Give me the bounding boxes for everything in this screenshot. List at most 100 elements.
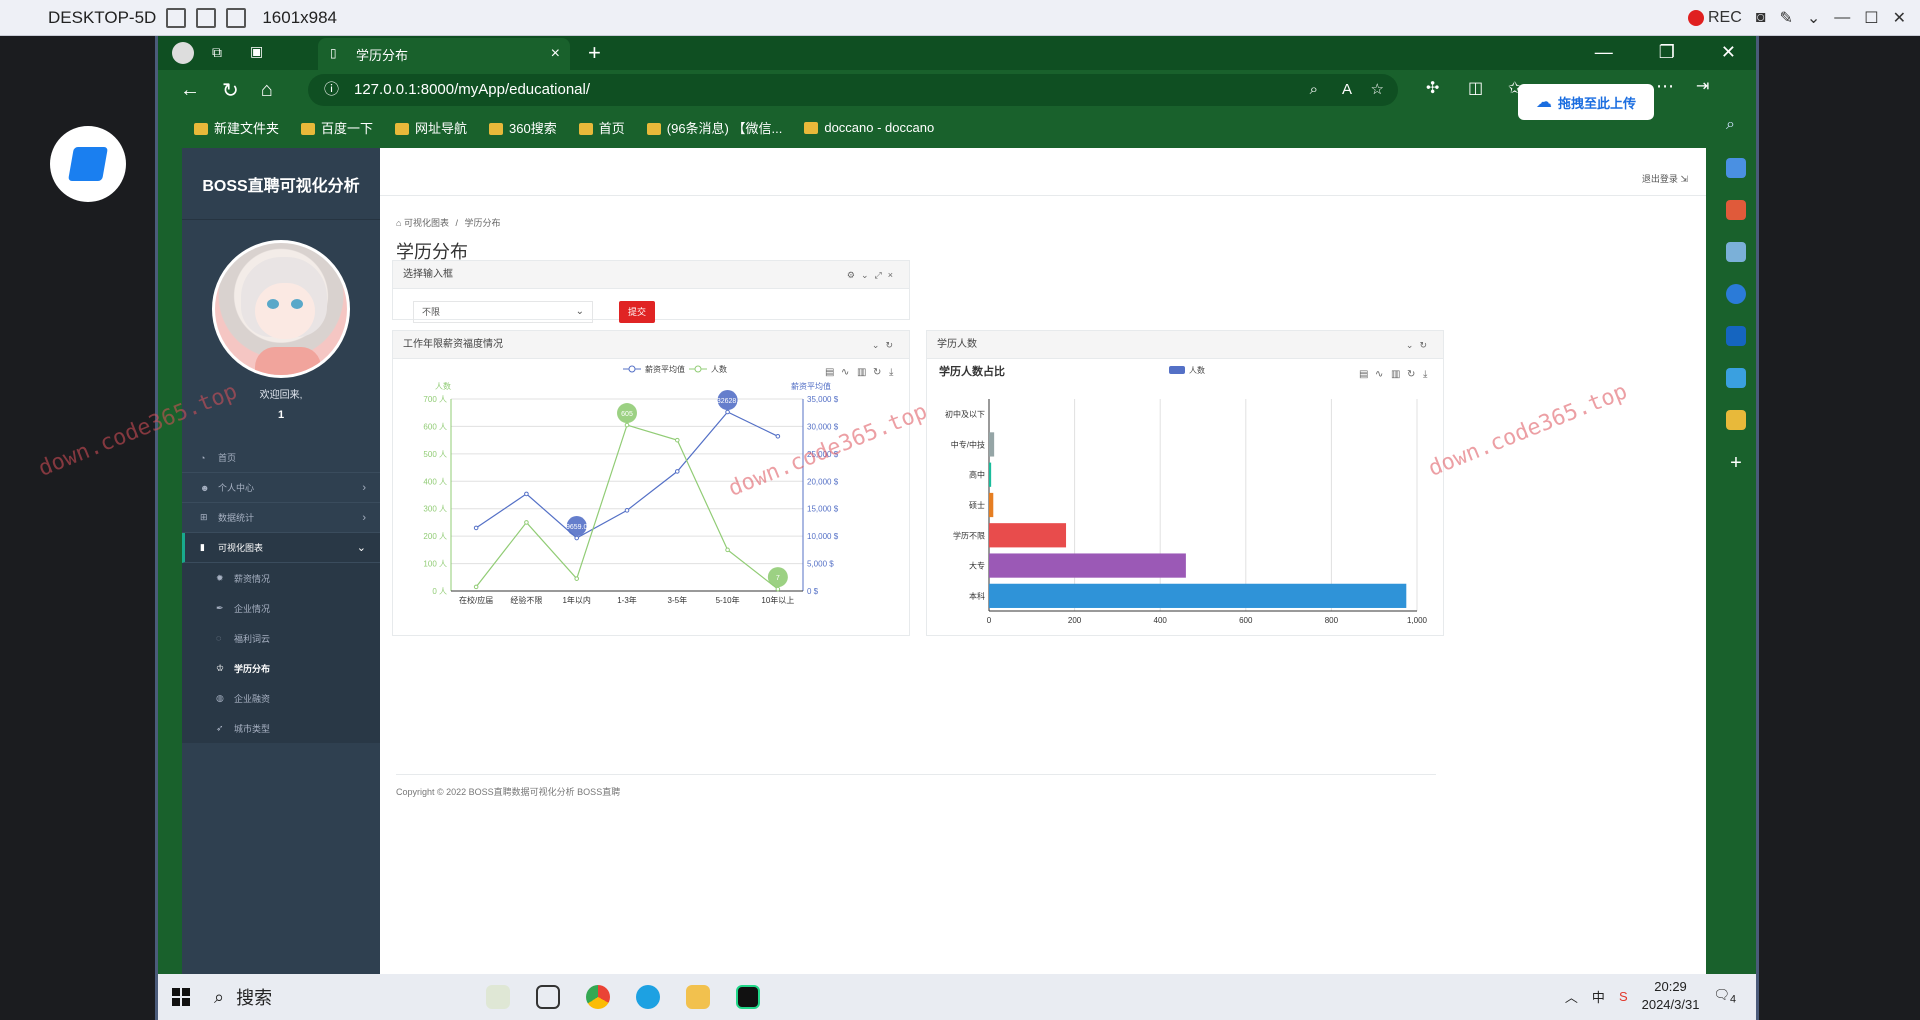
- sidebar-item[interactable]: ☻ 个人中心 ›: [182, 473, 380, 503]
- address-bar[interactable]: ⓘ 127.0.0.1:8000/myApp/educational/ ⌕ A …: [308, 74, 1398, 106]
- ime-icon[interactable]: 中: [1592, 987, 1605, 1006]
- bookmark-item[interactable]: 新建文件夹: [194, 118, 279, 137]
- minimize-icon[interactable]: —: [1834, 9, 1850, 27]
- edge-icon[interactable]: [636, 985, 660, 1009]
- new-tab-icon[interactable]: +: [588, 40, 601, 66]
- sidebar-subitem[interactable]: ➶ 城市类型: [182, 713, 380, 743]
- data-point: [524, 491, 529, 497]
- bookmark-item[interactable]: 首页: [578, 118, 625, 137]
- bookmark-item[interactable]: 网址导航: [395, 118, 467, 137]
- windows-start-icon[interactable]: [172, 988, 190, 1006]
- close-icon[interactable]: ✕: [1893, 8, 1906, 28]
- bookmark-label: (96条消息) 【微信...: [666, 120, 783, 136]
- browser-restore-icon[interactable]: ❐: [1659, 42, 1675, 63]
- bulb-icon: ◌: [216, 633, 222, 643]
- tray-expand-icon[interactable]: ︿: [1565, 987, 1578, 1006]
- back-icon[interactable]: ←: [180, 79, 200, 102]
- sidebar-subitem[interactable]: ◌ 福利词云: [182, 623, 380, 653]
- bookmark-item[interactable]: doccano - doccano: [804, 120, 934, 135]
- pen-icon[interactable]: ✎: [1779, 8, 1792, 28]
- favorite-icon[interactable]: ☆: [1371, 74, 1384, 106]
- refresh-icon[interactable]: ↻: [1419, 340, 1433, 350]
- sidebar-toggle-icon[interactable]: ⇥: [1696, 76, 1709, 96]
- sidebar-item[interactable]: ⊞ 数据统计 ›: [182, 503, 380, 533]
- menu-icon[interactable]: [166, 7, 187, 28]
- expand-icon[interactable]: ⤢: [875, 270, 888, 280]
- window-icon[interactable]: [196, 7, 217, 28]
- read-aloud-icon[interactable]: A: [1342, 74, 1352, 106]
- y-tick-label: 初中及以下: [945, 409, 985, 419]
- close-icon[interactable]: ×: [888, 270, 899, 280]
- sogou-icon[interactable]: S: [1619, 989, 1628, 1004]
- refresh-icon[interactable]: ↻: [885, 340, 899, 350]
- legend-label: 人数: [1189, 365, 1205, 375]
- taskbar-search[interactable]: ⌕ 搜索: [214, 979, 464, 1015]
- notification-icon[interactable]: 🗨4: [1713, 987, 1736, 1006]
- resolution-label: 1601x984: [262, 7, 338, 27]
- pycharm-icon[interactable]: [736, 985, 760, 1009]
- sidebar-item[interactable]: ◔ 首页: [182, 443, 380, 473]
- x-tick-label: 800: [1325, 616, 1339, 625]
- copilot-icon[interactable]: [1726, 284, 1746, 304]
- gear-icon[interactable]: ⚙: [847, 270, 861, 280]
- outlook-icon[interactable]: [1726, 326, 1746, 346]
- add-icon[interactable]: +: [1730, 452, 1742, 475]
- y-left-tick: 300 人: [423, 505, 447, 514]
- info-icon[interactable]: ⓘ: [324, 74, 339, 106]
- chart-tool-icon: ▥: [1391, 369, 1400, 380]
- filter-select[interactable]: 不限 ⌄: [413, 301, 593, 323]
- maximize-icon[interactable]: ☐: [1864, 8, 1878, 28]
- tab-actions-icon[interactable]: ▣: [250, 43, 263, 60]
- file-explorer-icon[interactable]: [686, 985, 710, 1009]
- sidebar-item[interactable]: ▮ 可视化图表 ⌄: [182, 533, 380, 563]
- people-icon[interactable]: [1726, 242, 1746, 262]
- record-indicator[interactable]: REC: [1687, 9, 1742, 27]
- remote-host-title: DESKTOP-5D: [48, 7, 157, 27]
- bar: [989, 523, 1067, 548]
- collapse-icon[interactable]: ⌄: [872, 340, 886, 350]
- more-icon[interactable]: ⋯: [1656, 76, 1674, 97]
- send-icon[interactable]: [1726, 368, 1746, 388]
- browser-close-icon[interactable]: ✕: [1721, 42, 1736, 63]
- chrome-icon[interactable]: [586, 985, 610, 1009]
- submit-button[interactable]: 提交: [619, 301, 655, 323]
- browser-tab-bar: ⧉ ▣ ▯ 学历分布 × + — ❐ ✕: [158, 36, 1756, 70]
- bookmark-item[interactable]: (96条消息) 【微信...: [646, 118, 783, 137]
- sidebar-subitem[interactable]: ✒ 企业情况: [182, 593, 380, 623]
- app-logo-icon[interactable]: [50, 126, 126, 202]
- sidebar-subitem[interactable]: ✹ 薪资情况: [182, 563, 380, 593]
- breadcrumb-home[interactable]: 可视化图表: [404, 218, 449, 228]
- clock[interactable]: 20:29 2024/3/31: [1642, 978, 1700, 1014]
- collapse-icon[interactable]: ⌄: [1406, 340, 1420, 350]
- task-view-icon[interactable]: [536, 985, 560, 1009]
- extensions-icon[interactable]: ✣: [1426, 78, 1439, 98]
- tag-icon[interactable]: [1726, 158, 1746, 178]
- collapse-icon[interactable]: ⌄: [861, 270, 875, 280]
- camera-icon[interactable]: ◙: [1756, 9, 1766, 27]
- toolbox-icon[interactable]: [1726, 200, 1746, 220]
- search-icon[interactable]: ⌕: [1726, 116, 1746, 136]
- refresh-icon[interactable]: ↻: [222, 78, 239, 103]
- browser-minimize-icon[interactable]: —: [1595, 42, 1613, 63]
- tab-close-icon[interactable]: ×: [551, 45, 560, 63]
- chart-tool-icon: ▤: [1359, 369, 1368, 380]
- home-icon[interactable]: ⌂: [261, 79, 273, 102]
- collections-icon[interactable]: ⧉: [212, 44, 222, 61]
- bookmark-label: 360搜索: [509, 120, 557, 136]
- profile-avatar-icon[interactable]: [172, 42, 194, 64]
- active-tab[interactable]: ▯ 学历分布 ×: [318, 38, 570, 70]
- x-tick-label: 1年以内: [562, 595, 590, 605]
- heron-app-icon[interactable]: [486, 985, 510, 1009]
- nav-menu: ◔ 首页 ☻ 个人中心 › ⊞ 数据统计 › ▮ 可视化图表 ⌄ ✹ 薪资情况 ✒ 企业情况 ◌ 福利词云 ♔ 学历…: [182, 443, 380, 743]
- bookmark-item[interactable]: 百度一下: [301, 118, 373, 137]
- sidebar-subitem[interactable]: ♔ 学历分布: [182, 653, 380, 683]
- chevron-down-icon[interactable]: ⌄: [1807, 8, 1820, 28]
- bookmark-item[interactable]: 360搜索: [489, 118, 557, 137]
- zoom-icon[interactable]: ⌕: [1310, 74, 1318, 106]
- logout-link[interactable]: 退出登录 ⇲: [1642, 172, 1688, 185]
- split-screen-icon[interactable]: ◫: [1468, 78, 1483, 98]
- maps-icon[interactable]: [1726, 410, 1746, 430]
- resize-icon[interactable]: [226, 7, 247, 28]
- sidebar-subitem[interactable]: ◍ 企业融资: [182, 683, 380, 713]
- system-tray: ︿ 中 S 20:29 2024/3/31 🗨4: [1565, 978, 1736, 1014]
